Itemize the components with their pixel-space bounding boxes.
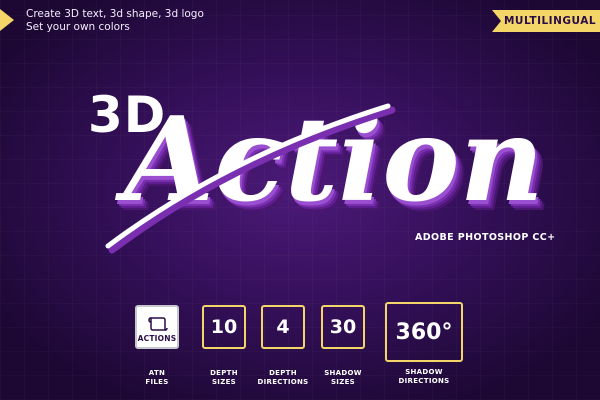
subtitle: ADOBE PHOTOSHOP CC+ [415,232,556,243]
tagline-line-2: Set your own colors [26,21,130,33]
feature-caption: SHADOW DIRECTIONS [398,368,450,385]
tagline: Create 3D text, 3d shape, 3d logo Set yo… [26,8,204,34]
depth-sizes-tile: 10 [202,305,246,349]
multilingual-badge: MULTILINGUAL [492,10,600,32]
feature-caption: SHADOW SIZES [324,369,362,386]
actions-label: ACTIONS [137,333,177,343]
arrow-marker-icon [0,9,14,31]
depth-directions-tile: 4 [261,305,305,349]
shadow-sizes-tile: 30 [321,305,365,349]
feature-shadow-sizes: 30 SHADOW SIZES [303,305,383,387]
feature-shadow-directions: 360° SHADOW DIRECTIONS [382,302,466,386]
shadow-directions-tile: 360° [385,302,463,362]
script-scroll-icon [148,316,168,331]
banner: Create 3D text, 3d shape, 3d logo Set yo… [0,0,600,400]
actions-tile: ACTIONS [135,305,179,349]
tagline-line-1: Create 3D text, 3d shape, 3d logo [26,8,204,20]
